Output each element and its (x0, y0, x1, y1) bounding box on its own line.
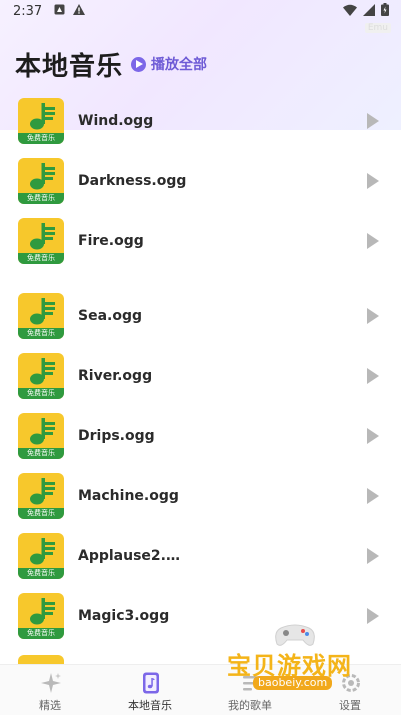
page-title: 本地音乐 (15, 52, 124, 82)
music-note-icon (30, 358, 55, 385)
thumbnail-caption: 免费音乐 (18, 133, 64, 144)
thumbnail-caption: 免费音乐 (18, 253, 64, 264)
warning-icon (73, 4, 85, 15)
play-icon[interactable] (367, 233, 379, 249)
music-note-icon (30, 163, 55, 190)
song-thumbnail: 免费音乐 (18, 473, 64, 519)
watermark-url: baobeiy.com (253, 676, 333, 690)
song-thumbnail: 免费音乐 (18, 158, 64, 204)
song-item[interactable]: 免费音乐 Machine.ogg (0, 469, 401, 529)
wifi-icon (343, 4, 357, 16)
song-thumbnail (18, 655, 64, 664)
song-thumbnail: 免费音乐 (18, 218, 64, 264)
play-icon[interactable] (367, 548, 379, 564)
music-note-icon (30, 418, 55, 445)
song-name: Wind.ogg (78, 113, 154, 129)
page-header: 本地音乐 播放全部 (0, 44, 401, 84)
song-thumbnail: 免费音乐 (18, 593, 64, 639)
play-circle-icon (131, 56, 146, 72)
song-thumbnail: 免费音乐 (18, 353, 64, 399)
play-all-label: 播放全部 (151, 57, 207, 73)
play-all-button[interactable]: 播放全部 (131, 54, 207, 74)
song-thumbnail: 免费音乐 (18, 533, 64, 579)
song-name: Magic3.ogg (78, 608, 170, 624)
song-name: Fire.ogg (78, 233, 144, 249)
thumbnail-caption: 免费音乐 (18, 388, 64, 399)
song-item[interactable]: 免费音乐 Sea.ogg (0, 289, 401, 349)
system-icons (343, 3, 389, 16)
emulator-tag: Emu (364, 23, 391, 33)
gamepad-icon (275, 624, 315, 646)
play-icon[interactable] (367, 308, 379, 324)
thumbnail-caption: 免费音乐 (18, 193, 64, 204)
notification-icons (54, 4, 85, 15)
sparkle-icon (41, 673, 61, 693)
song-name: Darkness.ogg (78, 173, 187, 189)
play-icon[interactable] (367, 173, 379, 189)
signal-icon (363, 3, 375, 16)
thumbnail-caption: 免费音乐 (18, 568, 64, 579)
thumbnail-caption: 免费音乐 (18, 508, 64, 519)
thumbnail-caption: 免费音乐 (18, 448, 64, 459)
song-name: Drips.ogg (78, 428, 155, 444)
song-name: Applause2.og... (78, 548, 188, 564)
tab-label: 设置 (339, 699, 361, 712)
music-note-icon (30, 298, 55, 325)
song-thumbnail: 免费音乐 (18, 293, 64, 339)
tab-featured[interactable]: 精选 (0, 665, 100, 715)
music-note-icon (30, 538, 55, 565)
song-item[interactable]: 免费音乐 Wind.ogg (0, 94, 401, 154)
status-bar: 2:37 Emu (0, 0, 401, 33)
song-item[interactable]: 免费音乐 Applause2.og... (0, 529, 401, 589)
music-note-icon (30, 103, 55, 130)
tab-label: 精选 (39, 699, 61, 712)
play-icon[interactable] (367, 428, 379, 444)
play-icon[interactable] (367, 368, 379, 384)
song-item[interactable]: 免费音乐 Fire.ogg (0, 214, 401, 274)
song-name: River.ogg (78, 368, 153, 384)
song-item[interactable]: 免费音乐 Drips.ogg (0, 409, 401, 469)
music-note-icon (30, 598, 55, 625)
watermark: 宝贝游戏网 baobeiy.com (225, 620, 370, 695)
song-name: Machine.ogg (78, 488, 179, 504)
music-note-icon (30, 478, 55, 505)
song-item[interactable]: 免费音乐 Darkness.ogg (0, 154, 401, 214)
thumbnail-caption: 免费音乐 (18, 328, 64, 339)
tab-label: 本地音乐 (128, 699, 172, 712)
thumbnail-caption: 免费音乐 (18, 628, 64, 639)
music-file-icon (143, 672, 159, 694)
music-note-icon (30, 223, 55, 250)
battery-icon (381, 3, 389, 16)
song-name: Sea.ogg (78, 308, 143, 324)
tab-label: 我的歌单 (228, 699, 272, 712)
status-time: 2:37 (13, 4, 43, 19)
song-item[interactable]: 免费音乐 River.ogg (0, 349, 401, 409)
song-thumbnail: 免费音乐 (18, 98, 64, 144)
tab-local-music[interactable]: 本地音乐 (100, 665, 200, 715)
play-icon[interactable] (367, 488, 379, 504)
song-thumbnail: 免费音乐 (18, 413, 64, 459)
app-notification-icon (54, 4, 65, 15)
play-icon[interactable] (367, 113, 379, 129)
